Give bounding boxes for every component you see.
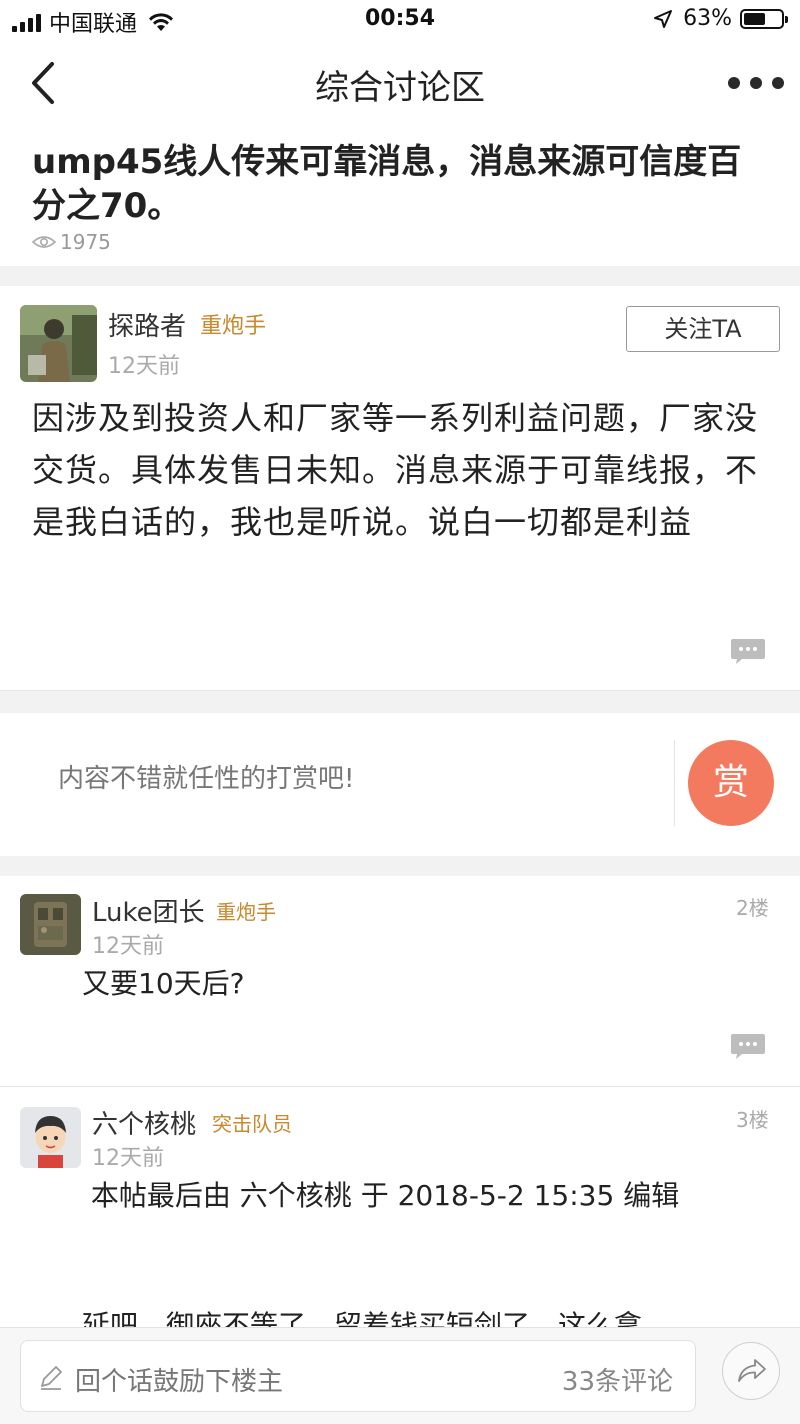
more-dots-icon [728, 77, 740, 89]
reply-input[interactable]: 回个话鼓励下楼主 33条评论 [20, 1340, 696, 1412]
status-bar-right: 63% [653, 6, 788, 31]
reply-time: 12天前 [92, 1146, 164, 1171]
post-time: 12天前 [108, 354, 180, 379]
avatar-image [20, 305, 97, 382]
post-title: ump45线人传来可靠消息，消息来源可信度百分之70。 [32, 142, 742, 226]
view-count-value: 1975 [60, 230, 111, 254]
location-arrow-icon [654, 9, 673, 28]
floor-number: 3楼 [736, 1108, 769, 1132]
bottom-bar: 回个话鼓励下楼主 33条评论 [0, 1327, 800, 1424]
section-separator [0, 690, 800, 713]
battery-percent: 63% [683, 6, 732, 31]
avatar[interactable] [20, 1107, 81, 1168]
reply-input-placeholder: 回个话鼓励下楼主 [75, 1367, 284, 1397]
view-count: 1975 [32, 230, 111, 254]
reward-button[interactable]: 赏 [688, 740, 774, 826]
author-name[interactable]: 探路者 [108, 306, 186, 343]
avatar[interactable] [20, 305, 97, 382]
divider [674, 740, 675, 826]
floor-number: 2楼 [736, 896, 769, 920]
share-button[interactable] [722, 1342, 780, 1400]
section-separator [0, 266, 800, 286]
page-title: 综合讨论区 [315, 68, 485, 108]
more-button[interactable] [728, 68, 784, 98]
battery-icon [740, 8, 788, 29]
reply-author-name[interactable]: Luke团长 [92, 892, 205, 929]
reply-author-name[interactable]: 六个核桃 [92, 1104, 196, 1141]
reply-body: 本帖最后由 六个核桃 于 2018-5-2 15:35 编辑 [82, 1179, 680, 1212]
follow-button[interactable]: 关注TA [626, 306, 780, 352]
reply-body-cut: 延吧，御座不等了，留着钱买短剑了，这么拿 [82, 1310, 772, 1327]
status-bar: 中国联通 00:54 63% [0, 0, 800, 40]
comment-icon[interactable] [730, 1032, 766, 1060]
eye-icon [32, 236, 56, 248]
nav-bar: 综合讨论区 [0, 46, 800, 120]
pencil-icon [41, 1366, 62, 1390]
post-body: 因涉及到投资人和厂家等一系列利益问题，厂家没交货。具体发售日未知。消息来源于可靠… [32, 399, 759, 541]
reward-prompt: 内容不错就任性的打赏吧! [58, 764, 355, 794]
section-separator [0, 856, 800, 876]
avatar[interactable] [20, 894, 81, 955]
avatar-image [20, 894, 81, 955]
reply-author-badge: 突击队员 [212, 1112, 292, 1136]
avatar-image [20, 1107, 81, 1168]
reply-body-cut-text: 延吧，御座不等了，留着钱买短剑了，这么拿 [82, 1310, 643, 1327]
reply-author-badge: 重炮手 [216, 900, 276, 924]
reply-body: 又要10天后? [82, 967, 245, 1000]
comment-icon[interactable] [730, 637, 766, 665]
reply-time: 12天前 [92, 934, 164, 959]
comment-count[interactable]: 33条评论 [562, 1361, 673, 1398]
share-arrow-icon [738, 1359, 766, 1382]
divider [0, 1086, 800, 1087]
author-badge: 重炮手 [200, 314, 267, 339]
